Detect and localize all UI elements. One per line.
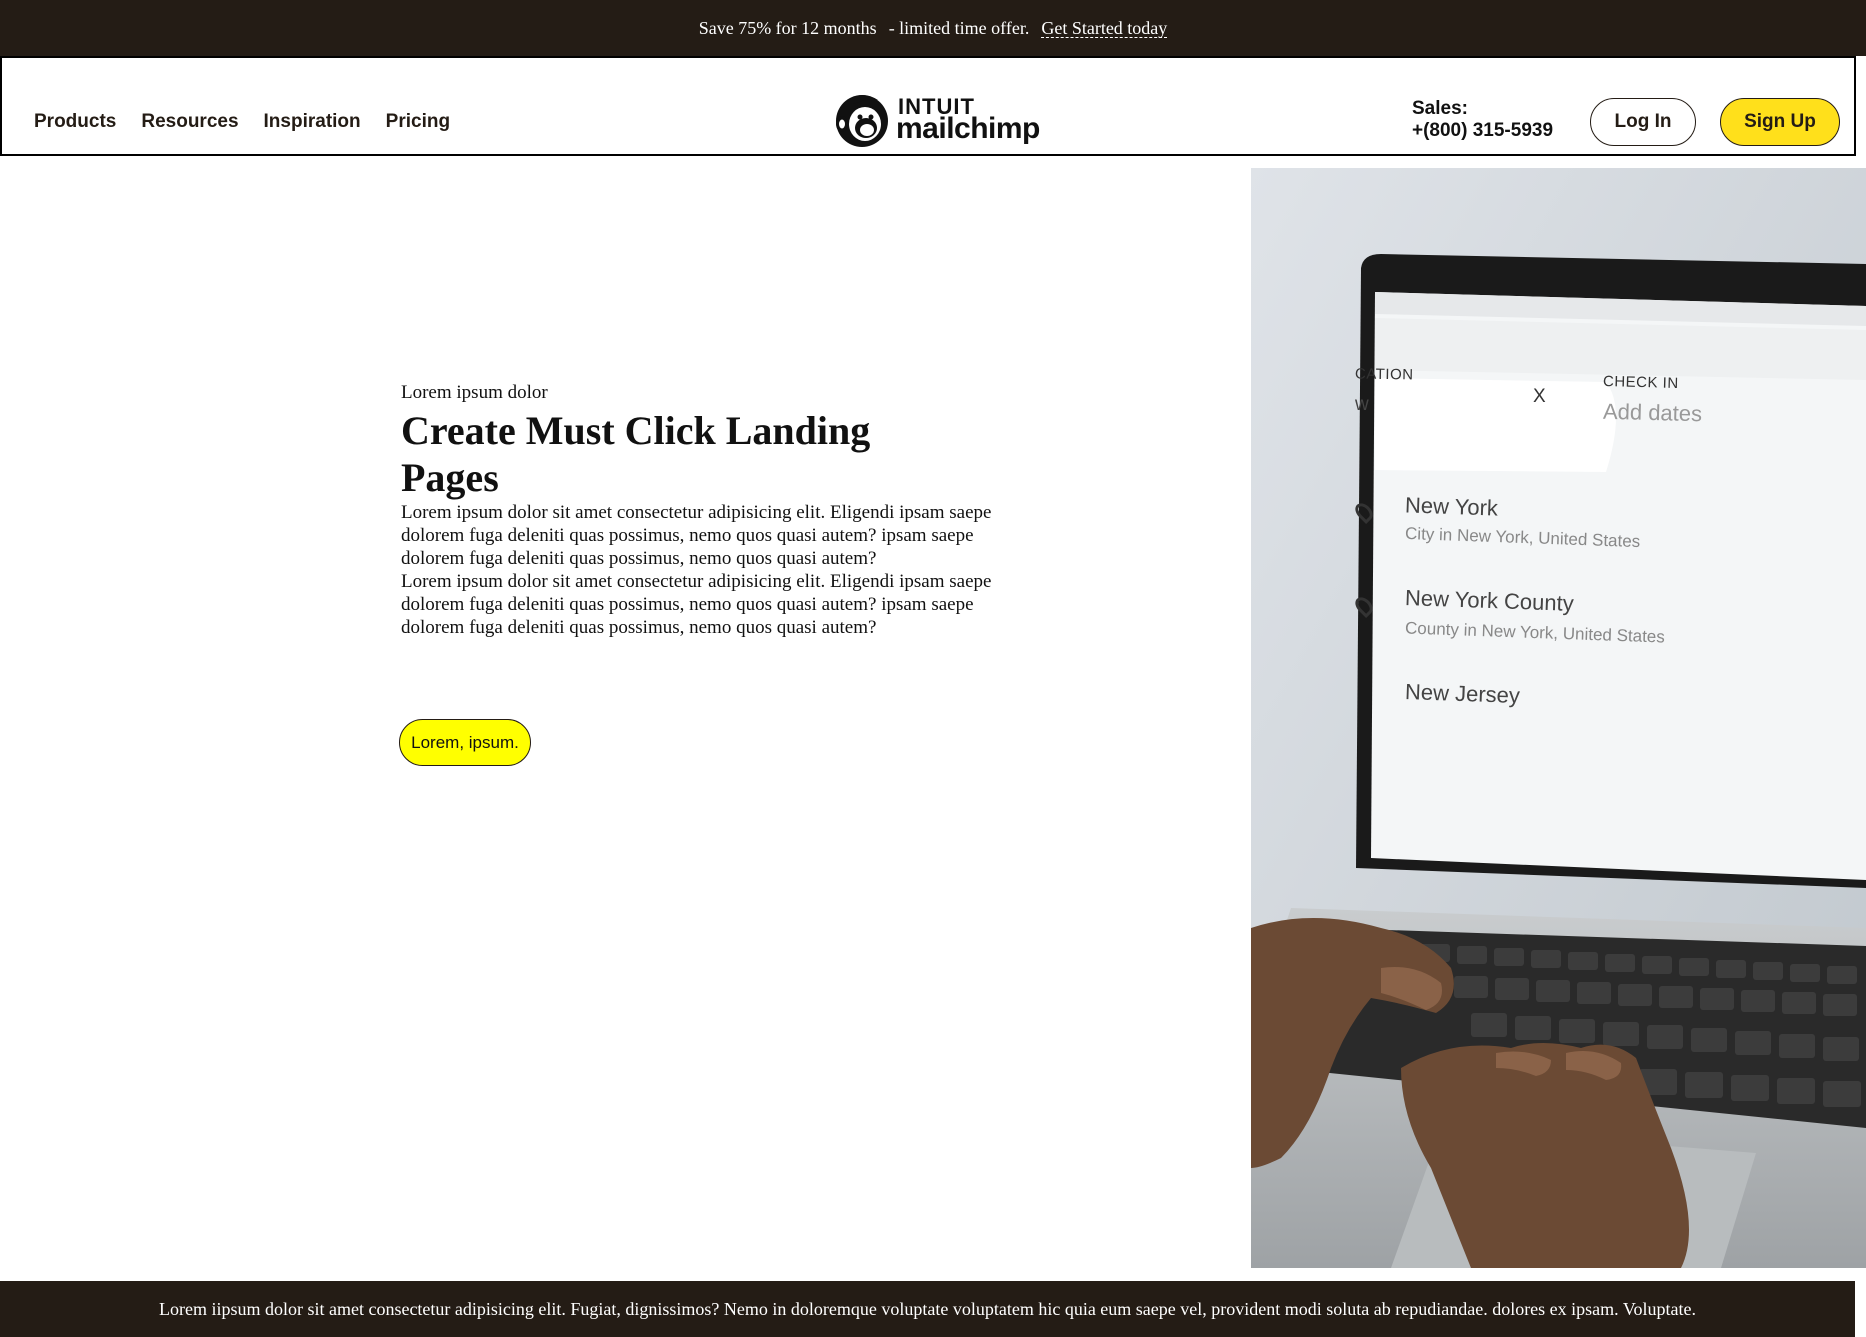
nav-pricing[interactable]: Pricing xyxy=(386,111,450,133)
hero-content: Lorem ipsum dolor Create Must Click Land… xyxy=(401,381,1011,639)
main-nav: Products Resources Inspiration Pricing xyxy=(34,111,475,133)
logo-mailchimp-text: mailchimp xyxy=(896,112,1040,145)
hero-cta-button[interactable]: Lorem, ipsum. xyxy=(399,719,531,766)
freddie-logo-icon xyxy=(836,95,888,147)
screen-checkin-label: CHECK IN xyxy=(1602,373,1679,392)
mailchimp-logo[interactable]: INTUIT mailchimp xyxy=(832,90,1052,150)
screen-location-label: CATION xyxy=(1354,365,1414,384)
screen-clear-icon: X xyxy=(1533,386,1546,407)
nav-inspiration[interactable]: Inspiration xyxy=(264,111,361,133)
screen-typed-text: w xyxy=(1355,394,1369,415)
hero-headline: Create Must Click Landing Pages xyxy=(401,408,871,500)
screen-result-1-title: New York xyxy=(1404,492,1499,521)
signup-button[interactable]: Sign Up xyxy=(1720,98,1840,146)
screen-result-3-title: New Jersey xyxy=(1404,679,1521,708)
hero-paragraph-1: Lorem ipsum dolor sit amet consectetur a… xyxy=(401,502,992,569)
promo-offer: Save 75% for 12 months xyxy=(698,17,877,38)
hero-photo-laptop: CATION w X CHECK IN Add dates New York C… xyxy=(1251,168,1866,1268)
promo-cta-link[interactable]: Get Started today xyxy=(1041,19,1168,38)
footer-bar: Lorem iipsum dolor sit amet consectetur … xyxy=(0,1281,1855,1337)
nav-products[interactable]: Products xyxy=(34,111,116,133)
promo-bar: Save 75% for 12 months - limited time of… xyxy=(0,0,1866,56)
footer-text: Lorem iipsum dolor sit amet consectetur … xyxy=(158,1298,1696,1319)
hero-paragraph-2: Lorem ipsum dolor sit amet consectetur a… xyxy=(401,571,992,638)
sales-label: Sales: xyxy=(1412,98,1468,119)
site-header: Products Resources Inspiration Pricing I… xyxy=(0,56,1856,156)
sales-phone[interactable]: +(800) 315-5939 xyxy=(1412,120,1553,142)
login-button[interactable]: Log In xyxy=(1590,98,1696,146)
promo-detail: - limited time offer. xyxy=(888,17,1030,38)
sales-contact: Sales: +(800) 315-5939 xyxy=(1412,98,1553,142)
nav-resources[interactable]: Resources xyxy=(141,111,238,133)
screen-checkin-placeholder: Add dates xyxy=(1602,398,1703,427)
laptop-photo-illustration xyxy=(1251,168,1866,1268)
hero-eyebrow: Lorem ipsum dolor xyxy=(401,382,548,403)
